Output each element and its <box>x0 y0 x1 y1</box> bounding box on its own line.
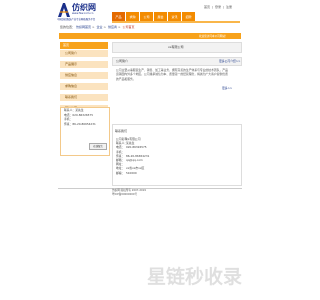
main-nav: 产品 求购 公司 展会 资讯 招聘 <box>112 12 195 21</box>
register-link[interactable]: 注册 <box>226 5 232 9</box>
breadcrumb-supplier[interactable]: 供应商 <box>108 25 117 29</box>
nav-item-company[interactable]: 公司 <box>140 12 153 21</box>
logo-slogan: 中国纺织服装产业专业网络服务平台 <box>57 18 96 21</box>
contact-label: 邮编： <box>116 170 125 175</box>
nav-underline <box>112 21 240 23</box>
sidebar-item-home[interactable]: 首页 <box>60 42 108 49</box>
contact-value: 020-86326575 <box>126 145 147 150</box>
sidebar-item-products[interactable]: 产品展示 <box>60 61 108 68</box>
footer: 仿织网 版权所有 2007-2019 粤ICP备00000000号 <box>112 189 146 197</box>
sidebar: 首页 公司简介 产品展示 供应信息 求购信息 联系我们 网站地图 <box>60 42 108 116</box>
nav-item-expo[interactable]: 展会 <box>154 12 167 21</box>
nav-item-jobs[interactable]: 招聘 <box>182 12 195 21</box>
sidebar-item-buy[interactable]: 求购信息 <box>60 83 108 90</box>
logo-url: www.fzw.com.cn <box>72 12 94 15</box>
contact-row: 邮编： 510000 <box>116 171 149 175</box>
top-links: 首页 | 登录 | 注册 <box>204 5 233 9</box>
footer-icp[interactable]: 粤ICP备00000000号 <box>112 193 146 197</box>
home-link[interactable]: 首页 <box>204 5 210 9</box>
watermark: 星链秒收录 <box>147 266 243 288</box>
separator: | <box>222 5 224 9</box>
intro-more-link[interactable]: 更多公司介绍>> <box>219 59 240 63</box>
contact-title: 联系我们 <box>115 129 128 133</box>
sidebar-item-contact[interactable]: 联系我们 <box>60 94 108 101</box>
sidebar-contact-box: 联系人：某先生 电话：020-86326575 手机： 传真：86-20-866… <box>60 107 110 156</box>
logo-mark-icon <box>58 3 70 17</box>
welcome-text: 欢迎您访问本公司网站！ <box>199 35 228 38</box>
breadcrumb-home[interactable]: 仿织网首页 <box>76 25 91 29</box>
contact-list: 公司名称：xx有限公司 联系人：某先生 电话： 020-86326575 手机： … <box>116 137 149 175</box>
nav-item-buy[interactable]: 求购 <box>126 12 139 21</box>
login-link[interactable]: 登录 <box>215 5 221 9</box>
intro-text: 公司主要从事服装生产、销售、加工等业务，拥有完善的生产体系与专业的技术团队，产品… <box>116 68 228 81</box>
contact-fax: 传真：86-20-86654231 <box>64 121 96 126</box>
breadcrumb-current: 公司首页 <box>122 25 135 29</box>
sidebar-item-supply[interactable]: 供应信息 <box>60 72 108 79</box>
nav-item-news[interactable]: 资讯 <box>168 12 181 21</box>
breadcrumb-enterprise[interactable]: 企业 <box>96 25 102 29</box>
company-title: xx有限公司 <box>168 45 184 49</box>
breadcrumb-prefix: 您的位置： <box>60 25 76 29</box>
contact-email[interactable]: qq@qq.com <box>126 158 143 162</box>
contact-value: 510000 <box>126 170 137 175</box>
sidebar-item-intro[interactable]: 公司简介 <box>60 50 108 57</box>
message-button[interactable]: 在线留言 <box>89 143 107 150</box>
nav-item-products[interactable]: 产品 <box>112 12 125 21</box>
more-link[interactable]: 更多>> <box>222 86 232 90</box>
breadcrumb: 您的位置： 仿织网首页> 企业> 供应商> 公司首页 <box>60 25 135 29</box>
separator: | <box>211 5 213 9</box>
footer-divider <box>58 188 242 189</box>
intro-label: 公司简介 <box>116 59 129 63</box>
